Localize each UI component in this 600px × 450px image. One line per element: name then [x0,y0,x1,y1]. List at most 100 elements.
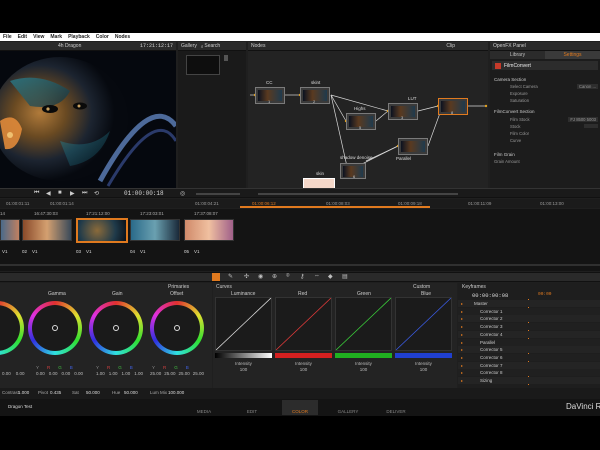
lift-wheel[interactable] [0,301,24,355]
offset-wheel[interactable] [150,301,204,355]
menu-playback[interactable]: Playback [68,34,90,40]
menu-edit[interactable]: Edit [18,34,27,40]
stop-icon[interactable]: ■ [58,190,62,196]
expand-icon[interactable]: ▸ [458,378,466,383]
gamma-wheel[interactable] [28,301,82,355]
gallery-zoom-slider[interactable] [196,193,240,195]
keyframe-row[interactable]: ▸ Corrector 4 [458,330,600,338]
green-intensity-bar[interactable] [335,353,392,358]
camera-section[interactable]: Camera Section [494,77,526,82]
param-grain-amount[interactable]: Grain Amount [494,159,520,164]
play-icon[interactable]: ▶ [70,190,75,197]
node-2[interactable]: 2 [300,87,330,104]
green-curve[interactable] [335,297,392,351]
stock-field[interactable] [584,124,598,128]
gallery-still[interactable] [186,55,220,75]
search-icon[interactable]: ⌕ [201,44,204,49]
film-grain-section[interactable]: Film Grain [494,152,515,157]
offset-puck[interactable] [174,325,180,331]
node-4[interactable]: 8 [438,98,468,115]
window-icon[interactable]: ◉ [258,273,263,280]
expand-icon[interactable]: ▸ [458,355,466,360]
expand-icon[interactable]: ▸ [458,301,466,306]
clip-1-thumb[interactable] [22,219,72,241]
expand-icon[interactable]: ▸ [458,332,466,337]
node-5[interactable]: 5 [346,113,376,130]
blur-icon[interactable]: ⌾ [286,273,290,280]
scopes-icon[interactable]: ▤ [342,273,348,280]
lum-mix-value[interactable]: 100.000 [168,390,184,395]
keyframe-row[interactable]: ▸ Corrector 3 [458,323,600,331]
gain-wheel[interactable] [89,301,143,355]
node-zoom-slider[interactable] [258,193,458,195]
loop-icon[interactable]: ⟲ [94,190,99,197]
skip-back-icon[interactable]: ⏮ [34,190,39,197]
reverse-play-icon[interactable]: ◀ [46,190,51,197]
clip-dropdown[interactable]: Clip [446,43,455,49]
hue-value[interactable]: 50.000 [124,390,138,395]
red-intensity-value[interactable]: 100 [275,367,332,372]
color-wheels-icon[interactable] [212,273,220,281]
keyframe-row[interactable]: ▸ Corrector 5 [458,346,600,354]
keyframe-row[interactable]: ▸ Corrector 1 [458,307,600,315]
param-curve[interactable]: Curve [510,138,521,143]
page-deliver[interactable]: DELIVER [378,400,414,415]
expand-icon[interactable]: ▸ [458,347,466,352]
filmconvert-section[interactable]: FilmConvert Section [494,109,535,114]
curves-custom-dropdown[interactable]: Custom [413,284,430,290]
node-1[interactable]: 1 [255,87,285,104]
clip-3-thumb[interactable] [130,219,180,241]
keyframe-row[interactable]: ▸ Corrector 6 [458,353,600,361]
page-gallery[interactable]: GALLERY [330,400,366,415]
menu-color[interactable]: Color [96,34,109,40]
keyframe-row[interactable]: ▸ Master [458,300,600,307]
blue-curve[interactable] [395,297,452,351]
green-intensity-value[interactable]: 100 [335,367,392,372]
skip-forward-icon[interactable]: ⏭ [82,190,87,197]
luminance-intensity-value[interactable]: 100 [215,367,272,372]
clip-0-thumb[interactable] [0,219,20,241]
film-stock-dropdown[interactable]: FJ 8500 5003 [568,117,598,122]
viewer[interactable] [0,51,176,188]
keyframe-row[interactable]: ▸ Sizing [458,377,600,384]
pivot-value[interactable]: 0.435 [50,390,61,395]
page-color[interactable]: COLOR [282,400,318,415]
red-curve[interactable] [275,297,332,351]
3d-icon[interactable]: ◆ [328,273,333,280]
clip-strip-scrollbar[interactable] [0,264,600,266]
tab-library[interactable]: Library [490,51,545,59]
tab-settings[interactable]: Settings [545,51,600,59]
menu-nodes[interactable]: Nodes [115,34,130,40]
keyframe-row[interactable]: ▸ Parallel [458,338,600,346]
expand-icon[interactable]: ▸ [458,309,466,314]
timeline-ruler[interactable]: 01:00:01:11 01:00:01:14 01:00:04:21 01:0… [0,199,600,208]
node-7[interactable]: 7 [303,178,335,188]
gallery-search[interactable]: Search [204,43,220,49]
menu-view[interactable]: View [33,34,44,40]
expand-icon[interactable]: ▸ [458,324,466,329]
blue-intensity-bar[interactable] [395,353,452,358]
select-camera-dropdown[interactable]: Canon ... [577,84,598,89]
param-film-color[interactable]: Film Color [510,131,529,136]
node-editor[interactable]: 1 CC 2 skint 5 Highs 3 LUT 8 6 shadow de… [248,51,488,188]
sat-value[interactable]: 50.000 [86,390,100,395]
expand-icon[interactable]: ▸ [458,316,466,321]
node-parallel[interactable] [398,138,428,155]
tracker-icon[interactable]: ⊕ [272,273,277,280]
node-6[interactable]: 6 [340,163,366,179]
gamma-puck[interactable] [52,325,58,331]
expand-icon[interactable]: ▸ [458,340,466,345]
sizing-icon[interactable]: ⇔ [314,273,320,279]
luminance-curve[interactable] [215,297,272,351]
menu-mark[interactable]: Mark [50,34,62,40]
param-saturation[interactable]: Saturation [510,98,529,103]
expand-icon[interactable]: ▸ [458,363,466,368]
param-exposure[interactable]: Exposure [510,91,528,96]
page-edit[interactable]: EDIT [234,400,270,415]
page-media[interactable]: MEDIA [186,400,222,415]
qualifier-icon[interactable]: ✣ [244,273,249,280]
red-intensity-bar[interactable] [275,353,332,358]
camera-icon[interactable]: ◎ [180,190,185,197]
luminance-intensity-bar[interactable] [215,353,272,358]
picker-icon[interactable]: ✎ [228,273,233,280]
